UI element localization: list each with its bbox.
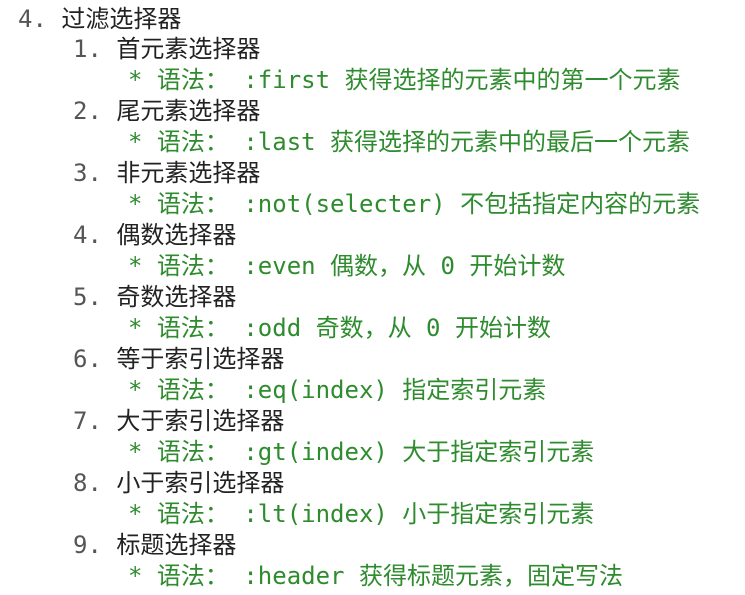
list-item-syntax: * 语法： :lt(index) 小于指定索引元素 [128,500,595,528]
list-item-syntax: * 语法： :not(selecter) 不包括指定内容的元素 [128,190,701,218]
item-title: 尾元素选择器 [116,97,261,125]
list-item-title: 8. 小于索引选择器 [73,468,284,498]
item-number: 4. [73,221,102,249]
list-item-syntax: * 语法： :gt(index) 大于指定索引元素 [128,438,595,466]
item-title: 非元素选择器 [116,159,261,187]
list-item-title: 2. 尾元素选择器 [73,96,260,126]
item-number: 1. [73,35,102,63]
list-item-title: 9. 标题选择器 [73,530,236,560]
list-item-syntax: * 语法： :even 偶数，从 0 开始计数 [128,252,566,280]
item-number: 5. [73,283,102,311]
item-title: 大于索引选择器 [116,407,285,435]
list-item-title: 7. 大于索引选择器 [73,406,284,436]
item-number: 2. [73,97,102,125]
item-title: 小于索引选择器 [116,469,285,497]
item-title: 偶数选择器 [116,221,237,249]
list-item-syntax: * 语法： :eq(index) 指定索引元素 [128,376,547,404]
item-number: 8. [73,469,102,497]
list-item-syntax: * 语法： :header 获得标题元素，固定写法 [128,562,623,590]
list-item-syntax: * 语法： :last 获得选择的元素中的最后一个元素 [128,128,691,156]
section-heading: 4. 过滤选择器 [18,4,181,34]
list-item-title: 6. 等于索引选择器 [73,344,284,374]
item-number: 6. [73,345,102,373]
list-item-syntax: * 语法： :odd 奇数，从 0 开始计数 [128,314,551,342]
section-title: 过滤选择器 [61,5,182,33]
item-number: 9. [73,531,102,559]
list-item-title: 1. 首元素选择器 [73,34,260,64]
list-item-syntax: * 语法： :first 获得选择的元素中的第一个元素 [128,66,681,94]
item-title: 标题选择器 [116,531,237,559]
item-title: 等于索引选择器 [116,345,285,373]
list-item-title: 4. 偶数选择器 [73,220,236,250]
item-number: 3. [73,159,102,187]
item-title: 奇数选择器 [116,283,237,311]
item-number: 7. [73,407,102,435]
list-item-title: 5. 奇数选择器 [73,282,236,312]
list-item-title: 3. 非元素选择器 [73,158,260,188]
item-title: 首元素选择器 [116,35,261,63]
section-number: 4. [18,5,47,33]
